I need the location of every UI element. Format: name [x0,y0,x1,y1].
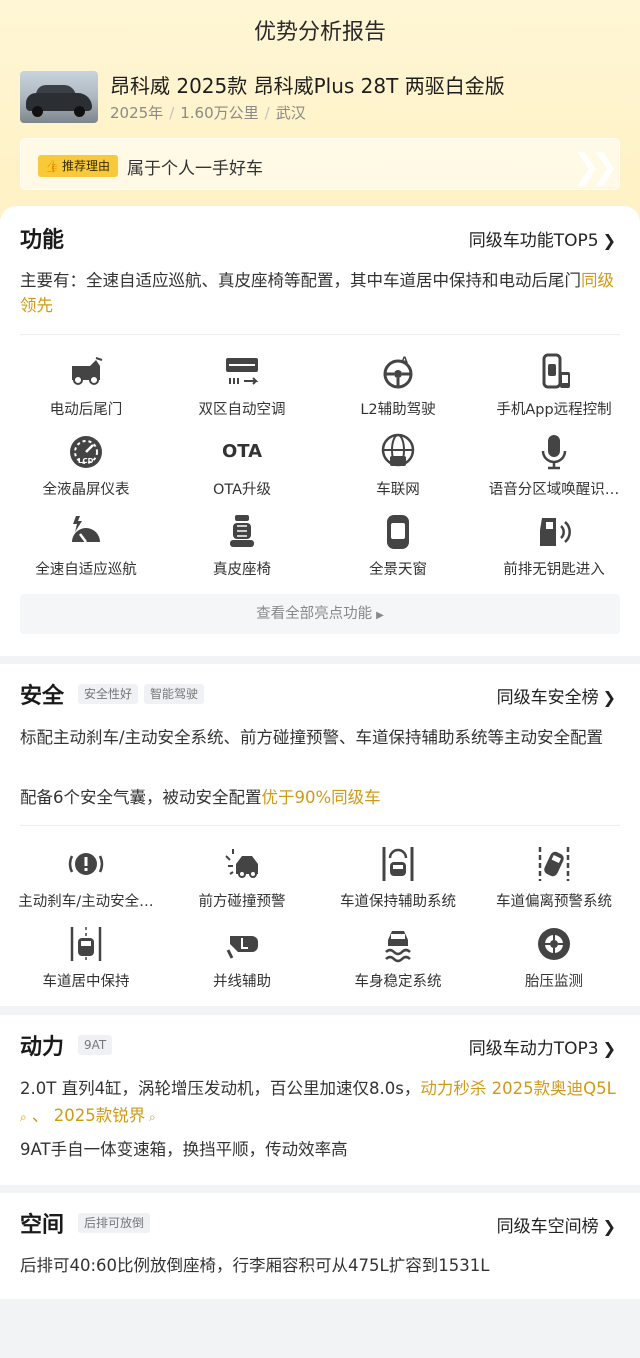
feature-item[interactable]: A L2辅助驾驶 [318,352,478,424]
microphone-icon [541,435,567,470]
function-description: 主要有：全速自适应巡航、真皮座椅等配置，其中车道居中保持和电动后尾门同级领先 [20,271,614,315]
safety-tag: 安全性好 [78,684,139,704]
function-top5-link[interactable]: 同级车功能TOP5 ❯ [469,226,616,251]
compare-link-edge[interactable]: 2025款锐界 [54,1106,146,1125]
space-description: 后排可40:60比例放倒座椅，行李厢容积可从475L扩容到1531L [20,1256,490,1275]
svg-text:LCD: LCD [78,457,94,465]
space-rank-link[interactable]: 同级车空间榜 ❯ [497,1212,616,1237]
safety-item[interactable]: 主动刹车/主动安全… [6,844,166,916]
chevron-right-icon: ❯ [602,1039,616,1058]
search-icon: ⌕ [20,1110,27,1124]
phone-car-icon [542,353,570,389]
recommend-reason-box: 👍 推荐理由 属于个人一手好车 ❯❯ [20,138,620,190]
divider [20,825,620,826]
seat-icon [230,515,254,547]
car-thumbnail[interactable] [20,71,98,123]
feature-item[interactable]: 车联网 [318,432,478,504]
sunroof-icon [387,515,409,549]
steering-assist-icon: A [383,356,413,389]
power-tag: 9AT [78,1035,113,1055]
lane-keep-icon [382,847,414,881]
stability-icon [385,931,411,963]
search-icon: ⌕ [145,1110,156,1124]
safety-tag: 智能驾驶 [144,684,205,704]
safety-item[interactable]: 胎压监测 [474,924,634,996]
safety-rank-link[interactable]: 同级车安全榜 ❯ [497,683,616,708]
divider [20,334,620,335]
lane-center-icon [70,927,102,961]
space-title: 空间 [20,1213,65,1238]
see-all-features-button[interactable]: 查看全部亮点功能 ▶ [20,594,620,634]
safety-item[interactable]: 车身稳定系统 [318,924,478,996]
safety-item[interactable]: 前方碰撞预警 [162,844,322,916]
power-description-2: 9AT手自一体变速箱，换挡平顺，传动效率高 [20,1140,348,1159]
safety-description-2: 配备6个安全气囊，被动安全配置优于90%同级车 [20,788,381,807]
car-header[interactable]: 昂科威 2025款 昂科威Plus 28T 两驱白金版 2025年/1.60万公… [20,68,620,128]
car-mileage: 1.60万公里 [180,104,259,122]
brake-warning-icon [68,853,104,875]
safety-description-1: 标配主动刹车/主动安全系统、前方碰撞预警、车道保持辅助系统等主动安全配置 [20,728,604,747]
mirror-assist-icon [226,936,258,959]
chevron-right-icon: ❯ [602,688,616,707]
car-meta: 2025年/1.60万公里 / 武汉 [110,104,306,122]
feature-item[interactable]: 语音分区域唤醒识… [474,432,634,504]
feature-item[interactable]: 全景天窗 [318,512,478,584]
feature-item[interactable]: 电动后尾门 [6,352,166,424]
function-card: 功能 同级车功能TOP5 ❯ 主要有：全速自适应巡航、真皮座椅等配置，其中车道居中… [0,206,640,656]
power-description-1: 2.0T 直列4缸，涡轮增压发动机，百公里加速仅8.0s，动力秒杀 2025款奥… [20,1079,616,1125]
chevrons-decoration-icon: ❯❯ [572,147,619,187]
feature-item[interactable]: 前排无钥匙进入 [474,512,634,584]
safety-title: 安全 [20,684,65,709]
ac-icon [226,358,259,385]
collision-warning-icon [225,849,258,878]
connected-car-icon [381,433,415,467]
space-tag: 后排可放倒 [78,1213,151,1233]
lcd-gauge-icon: LCD [70,436,102,468]
recommend-reason-text: 属于个人一手好车 [127,159,263,179]
space-card: 空间 后排可放倒 同级车空间榜 ❯ 后排可40:60比例放倒座椅，行李厢容积可从4… [0,1193,640,1299]
feature-item[interactable]: OTA OTA升级 [162,432,322,504]
power-title: 动力 [20,1035,65,1060]
feature-item[interactable]: LCD 全液晶屏仪表 [6,432,166,504]
safety-item[interactable]: 车道保持辅助系统 [318,844,478,916]
ota-icon: OTA [221,441,263,462]
feature-item[interactable]: 全速自适应巡航 [6,512,166,584]
feature-item[interactable]: 手机App远程控制 [474,352,634,424]
svg-text:A: A [401,356,408,366]
thumbs-up-icon: 👍 [44,159,59,173]
safety-card: 安全 安全性好 智能驾驶 同级车安全榜 ❯ 标配主动刹车/主动安全系统、前方碰撞预… [0,664,640,1006]
power-card: 动力 9AT 同级车动力TOP3 ❯ 2.0T 直列4缸，涡轮增压发动机，百公里加… [0,1015,640,1185]
power-top3-link[interactable]: 同级车动力TOP3 ❯ [469,1034,616,1059]
compare-link-audi[interactable]: 动力秒杀 2025款奥迪Q5L [420,1079,615,1098]
keyless-door-icon [540,518,571,546]
triangle-right-icon: ▶ [376,610,384,621]
lane-departure-icon [538,847,570,881]
safety-item[interactable]: 车道偏离预警系统 [474,844,634,916]
tailgate-icon [72,357,103,385]
safety-item[interactable]: 车道居中保持 [6,924,166,996]
safety-item[interactable]: 并线辅助 [162,924,322,996]
tire-pressure-icon [538,928,570,960]
car-year: 2025年 [110,104,164,122]
recommend-reason-badge: 👍 推荐理由 [38,155,118,177]
car-name: 昂科威 2025款 昂科威Plus 28T 两驱白金版 [110,74,505,98]
chevron-right-icon: ❯ [602,1217,616,1236]
cruise-icon [72,516,100,543]
car-city: 武汉 [275,104,306,122]
function-title: 功能 [20,228,65,253]
chevron-right-icon: ❯ [602,231,616,250]
feature-item[interactable]: 真皮座椅 [162,512,322,584]
feature-item[interactable]: 双区自动空调 [162,352,322,424]
page-title: 优势分析报告 [253,20,386,45]
